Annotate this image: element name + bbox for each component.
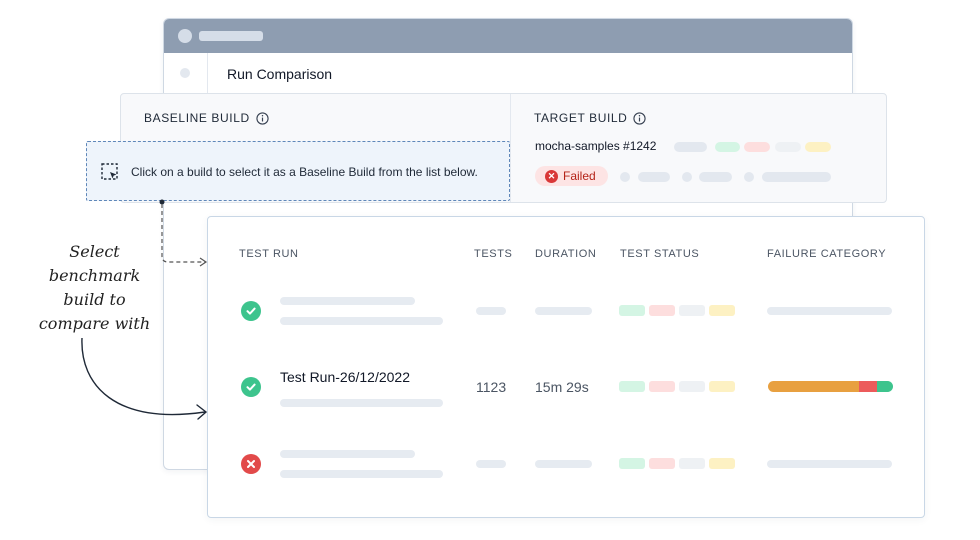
handwritten-annotation: Select benchmark build to compare with <box>22 240 167 336</box>
connector-dot <box>159 199 165 205</box>
dashed-connector <box>161 204 205 263</box>
annotation-arrow <box>81 337 206 416</box>
annotation-line: build to <box>63 290 126 309</box>
annotation-line: Select <box>69 242 120 261</box>
annotation-line: benchmark <box>48 266 141 285</box>
annotation-line: compare with <box>38 314 151 333</box>
